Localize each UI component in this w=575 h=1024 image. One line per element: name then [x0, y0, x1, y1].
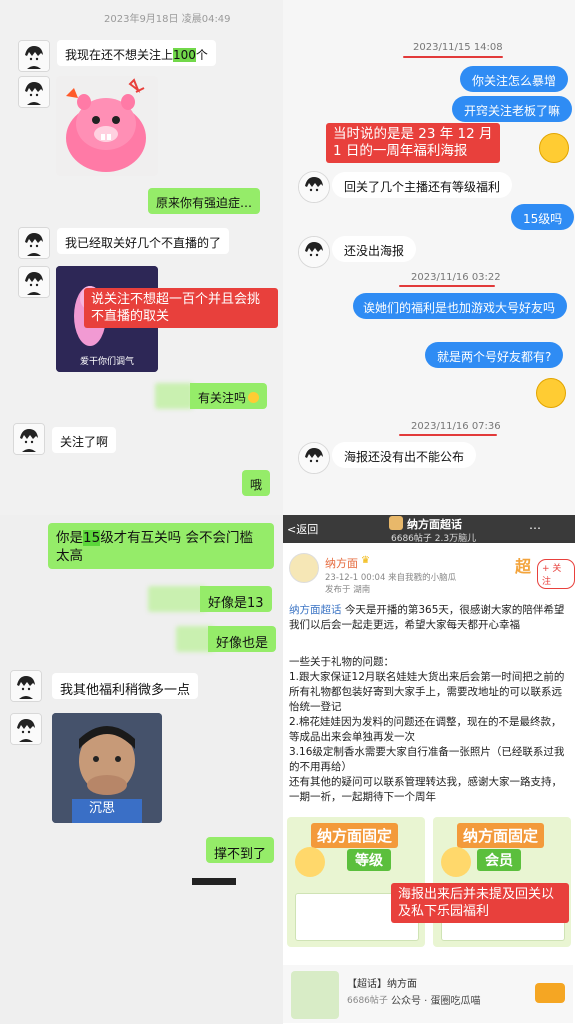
post-paragraph-2: 一些关于礼物的问题： [289, 656, 394, 668]
message-bubble[interactable]: 关注了啊 [52, 427, 117, 453]
back-button[interactable]: <返回 [287, 521, 318, 537]
weibo-post-panel: <返回 纳方面超话 6686帖子 2.3万脑儿 ⋯ 纳方面 ♛ 23-12-1 … [283, 515, 575, 1024]
mascot-icon [295, 847, 325, 877]
watermark: 公众号 · 蛋圈吃瓜喵 [391, 996, 481, 1007]
super-topic-badge: 超 [515, 557, 532, 576]
message-bubble-self[interactable]: 开窍关注老板了嘛 [452, 96, 573, 122]
topic-link[interactable]: 纳方面超话 [289, 604, 342, 616]
laugh-emoji-icon [539, 133, 569, 163]
qq-chat-panel: 2023/11/15 14:08 你关注怎么暴增 开窍关注老板了嘛 当时说的是是… [283, 0, 575, 515]
card-thumbnail [291, 971, 339, 1019]
share-card[interactable]: 【超话】纳方面 6686帖子 公众号 · 蛋圈吃瓜喵 [283, 965, 573, 1023]
message-text: 我现在还不想关注上 [65, 48, 174, 62]
message-bubble-self[interactable]: 你是15级才有互关吗 会不会门槛太高 [48, 523, 274, 569]
message-bubble[interactable]: 海报还没有出不能公布 [332, 442, 477, 468]
chat-timestamp: 2023/11/16 07:36 [411, 421, 501, 432]
follow-button[interactable]: + 关注 [537, 559, 575, 589]
contact-avatar[interactable] [18, 40, 50, 72]
message-bubble-self[interactable]: 你关注怎么暴增 [460, 66, 569, 92]
chevron-left-icon: < [287, 523, 297, 536]
wechat-chat-panel-top: 2023年9月18日 凌晨04:49 我现在还不想关注上100个 原来你有强迫症… [0, 0, 283, 515]
redaction-bar [192, 878, 236, 885]
smile-emoji-icon [248, 392, 260, 403]
message-bubble-self[interactable]: 原来你有强迫症… [148, 188, 261, 214]
chat-timestamp: 2023/11/16 03:22 [411, 272, 501, 283]
highlighted-number: 15 [83, 530, 101, 546]
red-underline [403, 56, 503, 58]
topic-stats: 6686帖子 2.3万脑儿 [391, 534, 477, 544]
user-avatar[interactable] [289, 553, 319, 583]
thinking-boy-sticker[interactable]: 沉思 [52, 713, 162, 823]
smirk-emoji-icon [536, 378, 566, 408]
post-paragraph-5: 3.16级定制香水需要大家自行准备一张照片（已经联系过我的不用再给） [289, 746, 565, 773]
wechat-chat-panel-bottom: 你是15级才有互关吗 会不会门槛太高 好像是13 好像也是 我其他福利稍微多一点… [0, 515, 283, 1024]
post-paragraph-4: 2.棉花娃娃因为发料的问题还在调整，现在的不是最终款，等成品出来会单独再发一次 [289, 716, 562, 743]
chat-timestamp: 2023年9月18日 凌晨04:49 [104, 14, 231, 25]
card-action-button[interactable] [535, 983, 565, 1003]
post-location: 发布于 湖南 [325, 585, 371, 595]
contact-avatar[interactable] [10, 670, 42, 702]
contact-avatar[interactable] [298, 236, 330, 268]
message-bubble-self[interactable]: 有关注吗 [190, 383, 268, 409]
username[interactable]: 纳方面 [325, 555, 358, 571]
message-text: 有关注吗 [198, 391, 247, 405]
post-paragraph-3: 1.跟大家保证12月联名娃娃大货出来后会第一时间把之前的所有礼物都包装好寄到大家… [289, 671, 565, 713]
red-underline [399, 285, 495, 287]
topic-icon [389, 516, 403, 530]
contact-avatar[interactable] [13, 423, 45, 455]
message-bubble-self[interactable]: 哦 [242, 470, 271, 496]
contact-avatar[interactable] [18, 76, 50, 108]
red-annotation: 说关注不想超一百个并且会挑不直播的取关 [84, 288, 278, 328]
poster-subtitle: 会员 [477, 849, 521, 871]
contact-avatar[interactable] [298, 442, 330, 474]
redacted-text [155, 383, 193, 409]
message-bubble-self[interactable]: 就是两个号好友都有? [425, 342, 564, 368]
message-bubble-self[interactable]: 15级吗 [511, 204, 575, 230]
red-annotation: 当时说的是是 23 年 12 月 1 日的一周年福利海报 [326, 123, 500, 163]
more-options-icon[interactable]: ⋯ [529, 521, 541, 535]
highlighted-number: 100 [173, 48, 196, 62]
red-annotation: 海报出来后并未提及回关以及私下乐园福利 [391, 883, 569, 923]
poster-title: 纳方面固定 [311, 823, 399, 848]
message-bubble[interactable]: 我现在还不想关注上100个 [57, 40, 216, 66]
crown-icon: ♛ [361, 555, 370, 566]
back-label: 返回 [296, 523, 319, 536]
contact-avatar[interactable] [10, 713, 42, 745]
message-text: 个 [195, 48, 208, 62]
redacted-text [148, 586, 206, 612]
post-paragraph-1: 纳方面超话 今天是开播的第365天，很感谢大家的陪伴希望我们以后会一起走更远，希… [289, 603, 569, 633]
message-bubble-self[interactable]: 撑不到了 [206, 837, 275, 863]
poster-member[interactable]: 纳方面固定 会员 [433, 817, 571, 947]
poster-title: 纳方面固定 [457, 823, 545, 848]
card-title: 【超话】纳方面 [347, 979, 417, 990]
message-bubble-self[interactable]: 诶她们的福利是也加游戏大号好友吗 [353, 293, 567, 319]
mascot-icon [441, 847, 471, 877]
message-text: 你是 [56, 530, 83, 546]
message-bubble[interactable]: 我其他福利稍微多一点 [52, 673, 199, 699]
message-bubble-self[interactable]: 好像也是 [208, 626, 277, 652]
poster-subtitle: 等级 [347, 849, 391, 871]
poster-level[interactable]: 纳方面固定 等级 [287, 817, 425, 947]
card-stats: 6686帖子 [347, 996, 388, 1006]
message-bubble-self[interactable]: 好像是13 [200, 586, 272, 612]
post-paragraph-6: 还有其他的疑问可以联系管理转达我，感谢大家一路支持，一期一祈，一起期待下一个周年 [289, 776, 562, 803]
contact-avatar[interactable] [298, 171, 330, 203]
chat-timestamp: 2023/11/15 14:08 [413, 42, 503, 53]
post-meta: 23-12-1 00:04 来自我戳的小脑瓜 [325, 573, 457, 583]
message-bubble[interactable]: 回关了几个主播还有等级福利 [332, 172, 513, 198]
sticker-caption: 爱干你们调气 [80, 357, 135, 367]
red-underline [399, 434, 497, 436]
contact-avatar[interactable] [18, 227, 50, 259]
contact-avatar[interactable] [18, 266, 50, 298]
message-bubble[interactable]: 我已经取关好几个不直播的了 [57, 228, 230, 254]
sticker-caption: 沉思 [89, 801, 116, 816]
topic-title: 纳方面超话 [407, 518, 462, 531]
message-bubble[interactable]: 还没出海报 [332, 236, 417, 262]
pink-monster-sticker[interactable] [56, 76, 158, 176]
